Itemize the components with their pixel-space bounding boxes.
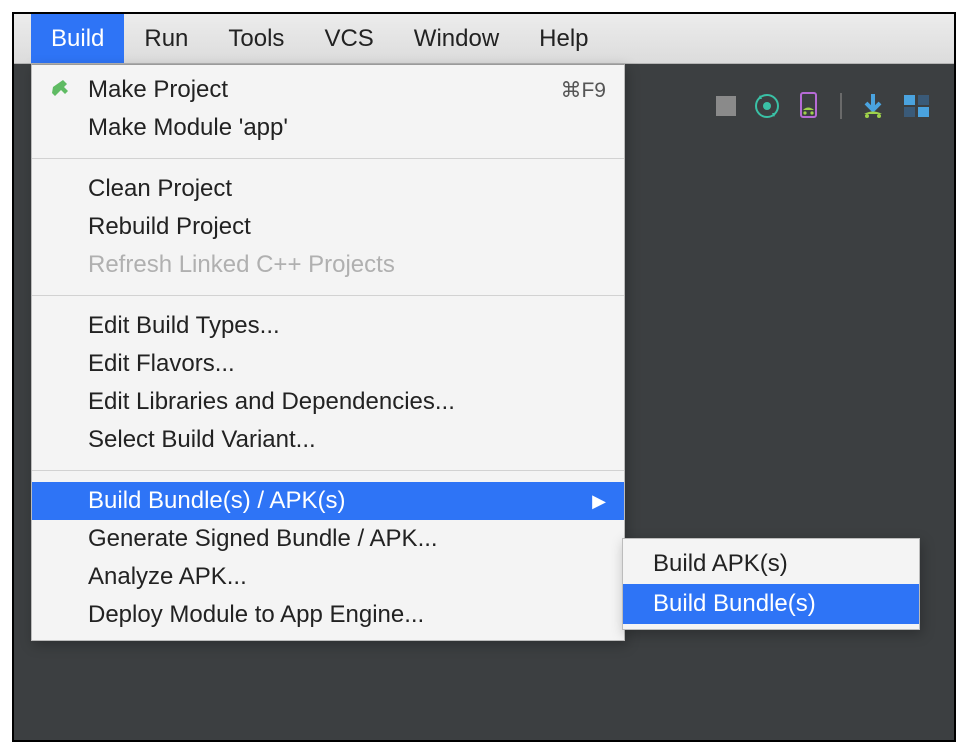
menu-item-label: Deploy Module to App Engine... (88, 601, 424, 629)
sync-gradle-icon[interactable] (754, 93, 780, 119)
submenu-build-apks[interactable]: Build APK(s) (623, 544, 919, 584)
menu-edit-flavors[interactable]: Edit Flavors... (32, 345, 624, 383)
menu-deploy-app-engine[interactable]: Deploy Module to App Engine... (32, 596, 624, 634)
menu-item-label: Select Build Variant... (88, 426, 316, 454)
toolbar (712, 84, 934, 128)
menu-shortcut: ⌘F9 (560, 78, 606, 103)
menu-edit-libraries[interactable]: Edit Libraries and Dependencies... (32, 383, 624, 421)
menu-edit-build-types[interactable]: Edit Build Types... (32, 307, 624, 345)
submenu-build-bundles[interactable]: Build Bundle(s) (623, 584, 919, 624)
menu-analyze-apk[interactable]: Analyze APK... (32, 558, 624, 596)
menu-item-label: Edit Flavors... (88, 350, 235, 378)
avd-manager-icon[interactable] (798, 92, 822, 120)
menu-item-label: Rebuild Project (88, 213, 251, 241)
chevron-right-icon: ▶ (592, 491, 606, 512)
menu-item-label: Build APK(s) (653, 550, 788, 578)
menu-help[interactable]: Help (519, 14, 608, 63)
menu-item-label: Make Project (88, 76, 228, 104)
menu-tools[interactable]: Tools (208, 14, 304, 63)
menu-item-label: Edit Build Types... (88, 312, 280, 340)
hammer-icon (48, 76, 76, 104)
menu-separator (32, 470, 624, 471)
menu-make-project[interactable]: Make Project ⌘F9 (32, 71, 624, 109)
menu-item-label: Clean Project (88, 175, 232, 203)
menu-make-module[interactable]: Make Module 'app' (32, 109, 624, 147)
menu-item-label: Refresh Linked C++ Projects (88, 251, 395, 279)
stop-icon[interactable] (716, 96, 736, 116)
menubar: Build Run Tools VCS Window Help (14, 14, 954, 64)
menu-separator (32, 295, 624, 296)
menu-generate-signed[interactable]: Generate Signed Bundle / APK... (32, 520, 624, 558)
menu-item-label: Edit Libraries and Dependencies... (88, 388, 455, 416)
menu-build[interactable]: Build (31, 14, 124, 63)
menu-item-label: Build Bundle(s) / APK(s) (88, 487, 345, 515)
build-menu-dropdown: Make Project ⌘F9 Make Module 'app' Clean… (31, 64, 625, 641)
menu-refresh-cpp: Refresh Linked C++ Projects (32, 246, 624, 284)
menu-clean-project[interactable]: Clean Project (32, 170, 624, 208)
menu-vcs[interactable]: VCS (304, 14, 393, 63)
menu-run[interactable]: Run (124, 14, 208, 63)
menu-select-build-variant[interactable]: Select Build Variant... (32, 421, 624, 459)
menu-window[interactable]: Window (394, 14, 519, 63)
menu-item-label: Build Bundle(s) (653, 590, 816, 618)
divider (840, 93, 842, 119)
menu-item-label: Make Module 'app' (88, 114, 288, 142)
menu-separator (32, 158, 624, 159)
sdk-manager-icon[interactable] (860, 92, 886, 120)
layout-icon[interactable] (904, 95, 930, 117)
menu-item-label: Generate Signed Bundle / APK... (88, 525, 438, 553)
menu-build-bundles-apks[interactable]: Build Bundle(s) / APK(s) ▶ (32, 482, 624, 520)
build-bundles-submenu: Build APK(s) Build Bundle(s) (622, 538, 920, 630)
menu-item-label: Analyze APK... (88, 563, 247, 591)
menu-rebuild-project[interactable]: Rebuild Project (32, 208, 624, 246)
